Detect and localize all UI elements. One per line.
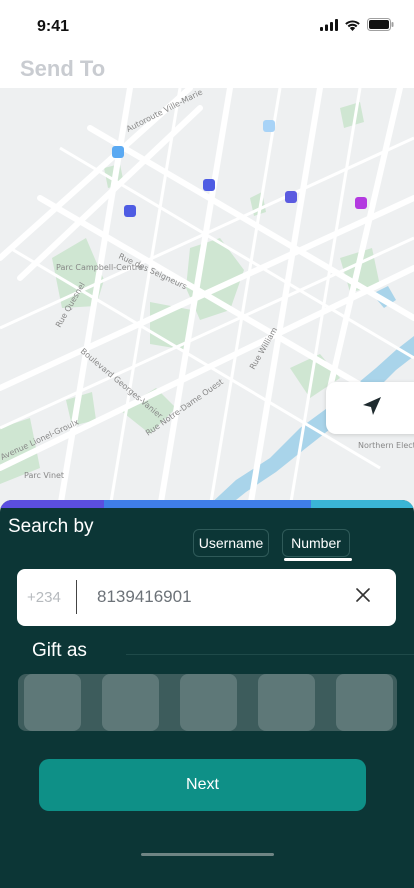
- page-title: Send To: [20, 56, 106, 81]
- close-icon: [356, 587, 370, 607]
- status-icons: [320, 18, 394, 36]
- map-canvas: Parc Campbell-Centre Rue des Seigneurs R…: [0, 88, 414, 508]
- progress-segment: [0, 500, 104, 508]
- progress-segment: [310, 500, 414, 508]
- gift-option[interactable]: [180, 674, 237, 731]
- tab-number[interactable]: Number: [282, 529, 350, 557]
- map-marker[interactable]: [263, 120, 275, 132]
- next-button[interactable]: Next: [39, 759, 366, 811]
- phone-field: +234: [17, 569, 396, 626]
- gift-options: [18, 674, 397, 731]
- search-by-label: Search by: [8, 516, 94, 537]
- signal-icon: [320, 18, 338, 36]
- map-view[interactable]: Parc Campbell-Centre Rue des Seigneurs R…: [0, 88, 414, 508]
- phone-number-input[interactable]: [97, 583, 337, 611]
- gift-option[interactable]: [258, 674, 315, 731]
- field-divider: [76, 580, 77, 614]
- navigation-arrow-icon: [361, 395, 383, 422]
- country-code[interactable]: +234: [27, 589, 61, 606]
- status-time: 9:41: [37, 18, 70, 35]
- sheet-progress-bar: [0, 500, 414, 508]
- map-marker[interactable]: [124, 205, 136, 217]
- send-bottom-sheet: Search by Username Number +234 Gift as N…: [0, 500, 414, 888]
- gift-as-label: Gift as: [32, 640, 87, 661]
- map-label-building: Northern Electric Building: [358, 441, 414, 450]
- map-label-park: Parc Vinet: [24, 471, 64, 480]
- map-marker[interactable]: [112, 146, 124, 158]
- gift-as-divider: [126, 654, 414, 655]
- gift-option[interactable]: [102, 674, 159, 731]
- active-tab-indicator: [284, 558, 352, 561]
- gift-option[interactable]: [336, 674, 393, 731]
- progress-segment: [103, 500, 207, 508]
- status-bar: 9:41: [0, 0, 414, 52]
- progress-segment: [207, 500, 311, 508]
- wifi-icon: [344, 18, 361, 36]
- map-marker[interactable]: [203, 179, 215, 191]
- tab-username[interactable]: Username: [193, 529, 269, 557]
- map-marker[interactable]: [285, 191, 297, 203]
- map-marker[interactable]: [355, 197, 367, 209]
- battery-icon: [367, 18, 394, 36]
- home-indicator: [141, 853, 274, 856]
- gift-option[interactable]: [24, 674, 81, 731]
- locate-button[interactable]: [326, 382, 414, 434]
- clear-button[interactable]: [351, 585, 375, 609]
